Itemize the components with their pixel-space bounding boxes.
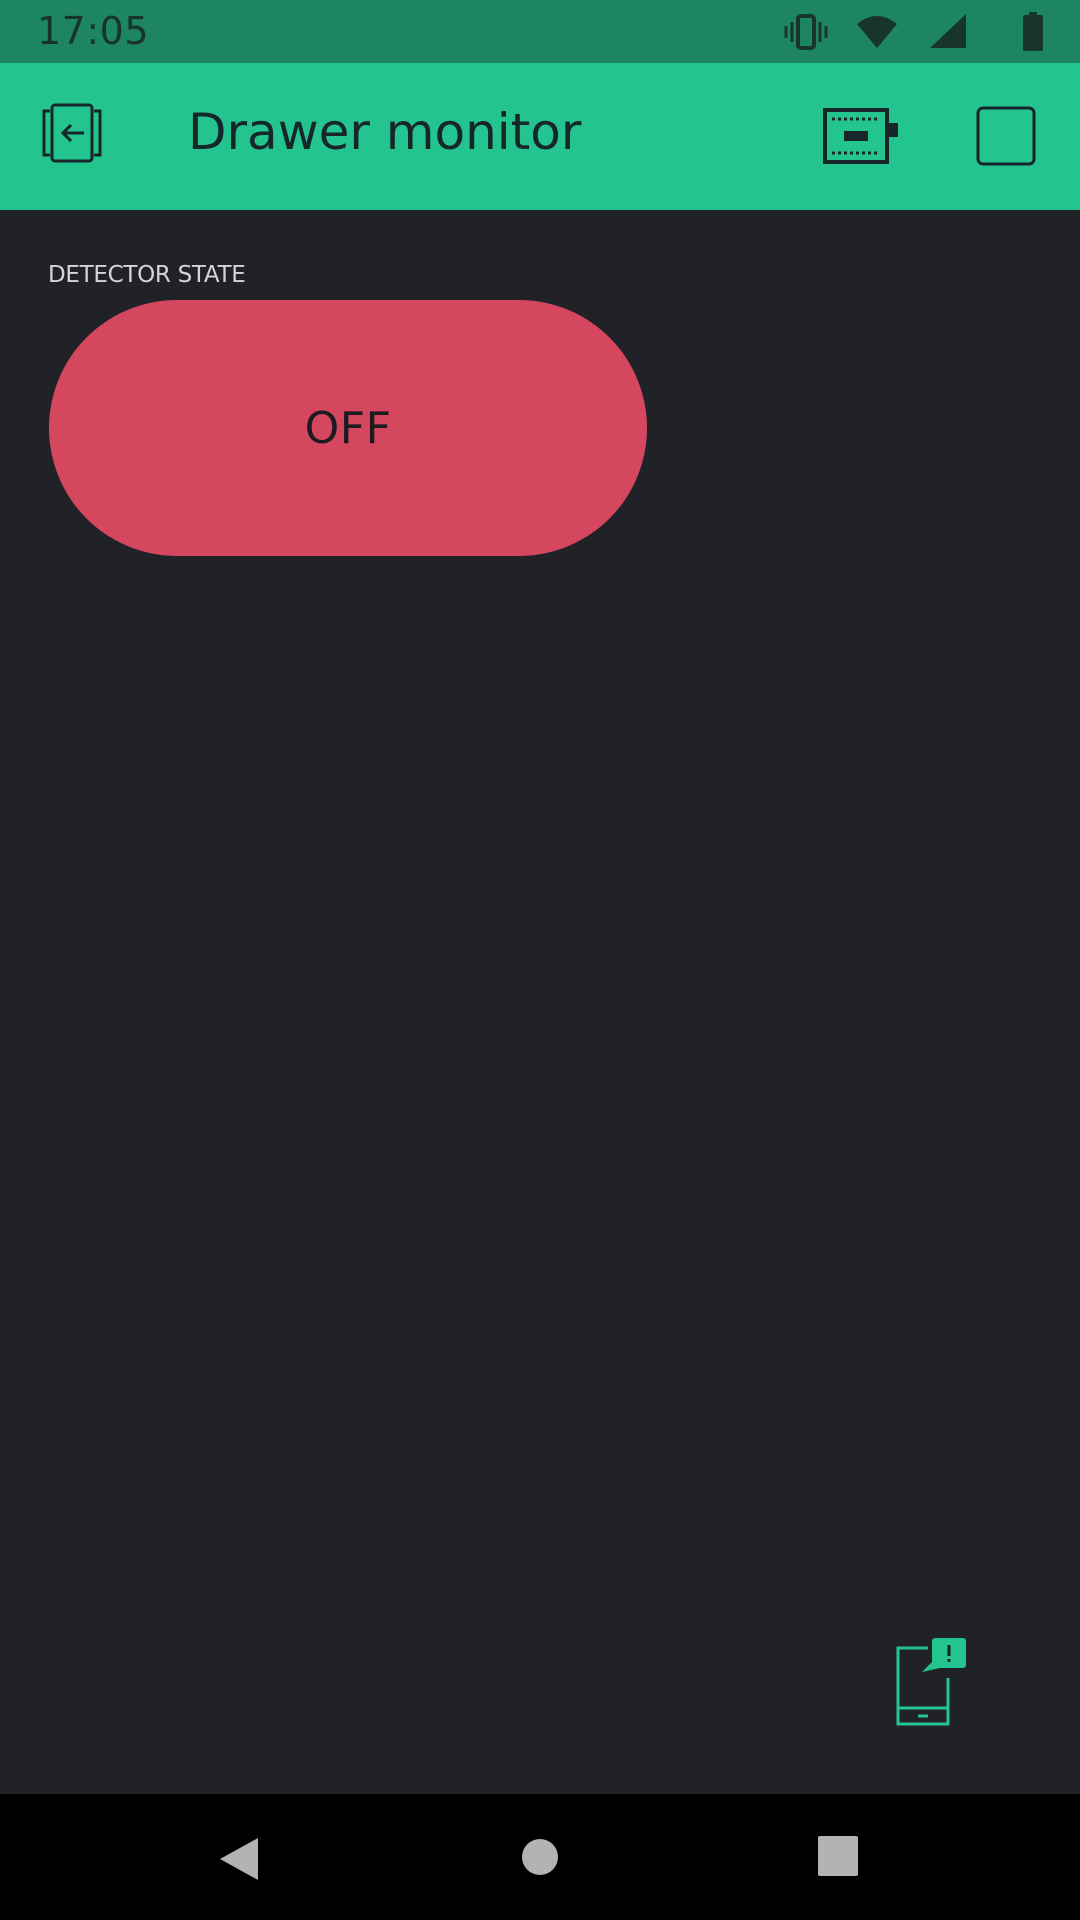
device-notification-button[interactable]: [896, 1638, 968, 1730]
play-button[interactable]: [976, 106, 1036, 166]
system-nav-bar: [0, 1794, 1080, 1920]
cellular-signal-icon: [930, 14, 966, 48]
recents-square-icon[interactable]: [818, 1836, 858, 1876]
vibrate-icon: [784, 14, 828, 50]
detector-state-value: OFF: [304, 402, 392, 454]
device-notification-icon: [896, 1638, 966, 1726]
exit-project-button[interactable]: [40, 103, 110, 169]
page-title: Drawer monitor: [188, 103, 582, 161]
status-bar: 17:05: [0, 0, 1080, 63]
device-button[interactable]: [822, 107, 902, 169]
app-bar: Drawer monitor: [0, 63, 1080, 210]
home-circle-icon[interactable]: [521, 1838, 559, 1876]
wifi-icon: [857, 16, 897, 48]
exit-project-icon: [42, 103, 102, 163]
detector-state-button[interactable]: OFF: [49, 300, 647, 556]
status-time: 17:05: [37, 9, 150, 53]
play-icon: [976, 106, 1036, 166]
battery-icon: [1023, 12, 1043, 51]
dashboard-canvas: DETECTOR STATE OFF: [0, 210, 1080, 1794]
device-board-icon: [823, 108, 898, 164]
back-triangle-icon[interactable]: [218, 1836, 260, 1882]
detector-state-label: DETECTOR STATE: [48, 262, 246, 288]
